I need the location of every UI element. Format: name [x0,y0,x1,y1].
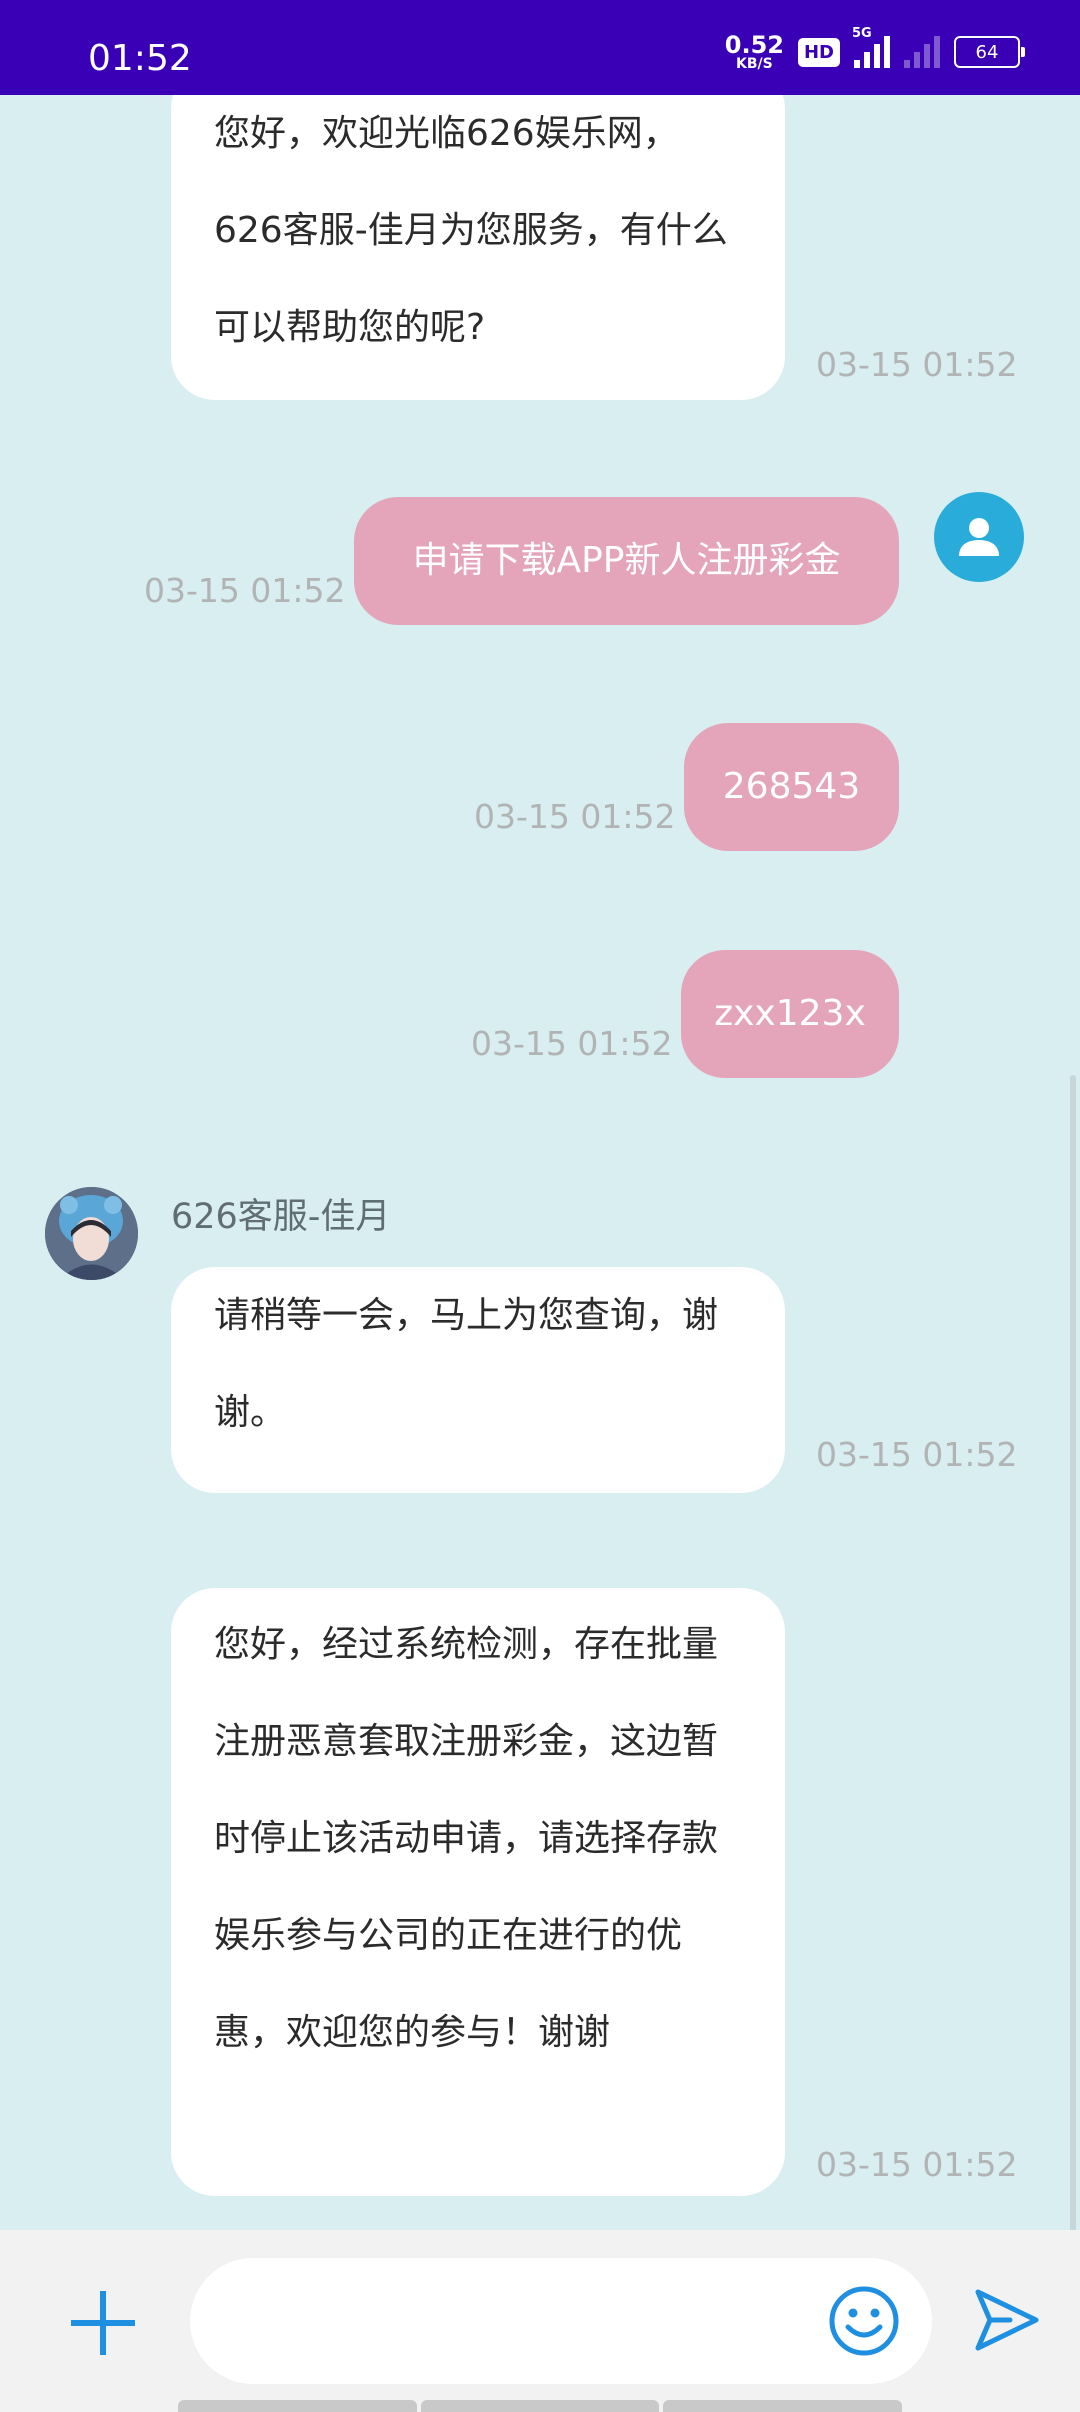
person-icon [959,518,999,556]
status-icons: 0.52 KB/S HD 5G 64 [725,26,1025,74]
agent-message-bubble: 您好，欢迎光临626娱乐网，626客服-佳月为您服务，有什么可以帮助您的呢? [171,95,785,400]
message-text: 268543 [722,766,861,807]
user-message-bubble: 申请下载APP新人注册彩金 [354,497,899,625]
network-speed-value: 0.52 [724,31,784,59]
agent-message-bubble: 请稍等一会，马上为您查询，谢谢。 [171,1267,785,1493]
composer-bar [0,2230,1080,2412]
send-button[interactable] [970,2284,1042,2356]
signal-5g-icon: 5G [852,26,890,68]
network-speed: 0.52 KB/S [725,33,784,71]
status-bar: 01:52 0.52 KB/S HD 5G 64 [0,0,1080,95]
user-message-bubble: zxx123x [681,950,899,1078]
agent-avatar[interactable] [45,1187,138,1280]
hd-voice-icon: HD [797,37,840,67]
message-text: 您好，经过系统检测，存在批量注册恶意套取注册彩金，这边暂时停止该活动申请，请选择… [214,1624,719,2053]
user-avatar[interactable] [934,492,1024,582]
message-text: 申请下载APP新人注册彩金 [412,540,841,581]
agent-message-bubble: 您好，经过系统检测，存在批量注册恶意套取注册彩金，这边暂时停止该活动申请，请选择… [171,1588,785,2196]
send-icon [975,2289,1039,2351]
battery-icon: 64 [954,36,1025,68]
message-text: 请稍等一会，马上为您查询，谢谢。 [214,1295,719,1433]
message-timestamp: 03-15 01:52 [144,571,346,610]
message-timestamp: 03-15 01:52 [816,1435,1018,1474]
chat-scrollbar[interactable] [1070,1075,1076,2230]
status-time: 01:52 [88,38,192,79]
navigation-handle[interactable] [178,2400,903,2412]
network-type-label: 5G [852,26,872,41]
agent-name-label: 626客服-佳月 [171,1197,391,1237]
signal-secondary-icon [904,36,940,68]
message-input[interactable] [190,2258,932,2384]
message-timestamp: 03-15 01:52 [471,1024,673,1063]
message-timestamp: 03-15 01:52 [816,345,1018,384]
battery-level: 64 [975,41,999,63]
message-timestamp: 03-15 01:52 [816,2145,1018,2184]
message-text: zxx123x [714,993,866,1034]
message-timestamp: 03-15 01:52 [474,797,676,836]
smiley-icon [829,2286,899,2356]
message-text: 您好，欢迎光临626娱乐网，626客服-佳月为您服务，有什么可以帮助您的呢? [214,113,728,348]
agent-photo [45,1187,138,1280]
add-attachment-button[interactable] [62,2282,144,2364]
user-message-bubble: 268543 [684,723,899,851]
network-speed-unit: KB/S [736,56,773,72]
plus-icon [71,2291,135,2355]
chat-area[interactable]: 您好，欢迎光临626娱乐网，626客服-佳月为您服务，有什么可以帮助您的呢? 0… [0,95,1080,2230]
emoji-button[interactable] [826,2283,902,2359]
